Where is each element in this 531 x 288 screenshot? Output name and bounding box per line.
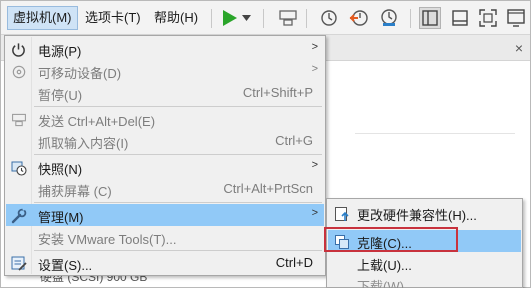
toolbar-separator	[410, 9, 411, 28]
removable-device-icon	[10, 63, 27, 80]
menu-item-label: 管理(M)	[38, 210, 84, 225]
menu-item-grab-input[interactable]: 抓取输入内容(I) Ctrl+G	[6, 130, 324, 152]
divider	[355, 133, 515, 134]
menu-separator	[34, 202, 322, 203]
menu-item-shortcut: Ctrl+Shift+P	[242, 85, 313, 100]
tabs-menu[interactable]: 选项卡(T)	[79, 6, 147, 30]
clone-callout-box	[324, 227, 458, 252]
settings-icon	[10, 255, 27, 272]
menu-separator	[34, 250, 322, 251]
menu-separator	[34, 106, 322, 107]
menu-item-send-ctrl-alt-del[interactable]: 发送 Ctrl+Alt+Del(E)	[6, 108, 324, 130]
menu-item-pause[interactable]: 暂停(U) Ctrl+Shift+P	[6, 82, 324, 104]
snapshot-icon	[10, 159, 27, 176]
menu-item-label: 抓取输入内容(I)	[38, 136, 129, 151]
menu-item-shortcut: Ctrl+G	[275, 133, 313, 148]
submenu-arrow-icon: >	[311, 41, 318, 53]
snapshot-manager-icon[interactable]	[378, 7, 400, 29]
menu-item-label: 快照(N)	[38, 162, 83, 177]
menu-item-label: 安装 VMware Tools(T)...	[38, 232, 177, 247]
menu-item-snapshot[interactable]: 快照(N) >	[6, 156, 324, 178]
toolbar: 虚拟机(M) 选项卡(T) 帮助(H)	[1, 1, 530, 35]
tab-close-button[interactable]: ×	[515, 40, 523, 56]
menu-item-label: 电源(P)	[38, 44, 82, 59]
menu-item-removable-devices[interactable]: 可移动设备(D) >	[6, 60, 324, 82]
help-menu[interactable]: 帮助(H)	[148, 6, 204, 30]
menu-item-shortcut: Ctrl+D	[275, 255, 313, 270]
menu-item-manage[interactable]: 管理(M) >	[6, 204, 324, 226]
toolbar-separator	[211, 9, 212, 28]
submenu-item-change-hardware-compatibility[interactable]: 更改硬件兼容性(H)...	[328, 202, 521, 224]
submenu-item-label: 下载(W)...	[357, 279, 415, 288]
vm-dropdown-menu: 电源(P) > 可移动设备(D) > 暂停(U) Ctrl+Shift+P 发送…	[4, 35, 326, 276]
menu-item-label: 捕获屏幕 (C)	[38, 184, 112, 199]
menu-item-settings[interactable]: 设置(S)... Ctrl+D	[6, 252, 324, 274]
submenu-arrow-icon: >	[311, 159, 318, 171]
toolbar-separator	[306, 9, 307, 28]
play-icon[interactable]	[219, 7, 241, 29]
submenu-item-label: 上载(U)...	[357, 258, 412, 273]
vm-menu[interactable]: 虚拟机(M)	[7, 6, 78, 30]
fullscreen-icon[interactable]	[477, 7, 499, 29]
submenu-item-download[interactable]: 下载(W)...	[328, 273, 521, 288]
menu-item-power[interactable]: 电源(P) >	[6, 38, 324, 60]
submenu-item-label: 更改硬件兼容性(H)...	[357, 208, 477, 223]
toolbar-separator	[263, 9, 264, 28]
power-icon	[10, 41, 27, 58]
send-keys-icon	[10, 111, 27, 128]
menu-item-label: 暂停(U)	[38, 88, 83, 103]
submenu-arrow-icon: >	[311, 63, 318, 75]
menu-item-label: 设置(S)...	[38, 258, 93, 273]
menu-item-capture-screen[interactable]: 捕获屏幕 (C) Ctrl+Alt+PrtScn	[6, 178, 324, 200]
submenu-item-upload[interactable]: 上载(U)...	[328, 252, 521, 274]
hardware-compat-icon	[333, 205, 350, 222]
revert-snapshot-icon[interactable]	[348, 7, 370, 29]
dropdown-arrow-icon[interactable]	[239, 7, 253, 29]
menu-item-label: 可移动设备(D)	[38, 66, 122, 81]
library-view-icon[interactable]	[419, 7, 441, 29]
snapshot-icon[interactable]	[318, 7, 340, 29]
submenu-arrow-icon: >	[311, 207, 318, 219]
wrench-icon	[10, 207, 27, 224]
menu-item-install-vmware-tools[interactable]: 安装 VMware Tools(T)...	[6, 226, 324, 248]
console-view-icon[interactable]	[449, 7, 471, 29]
menu-item-label: 发送 Ctrl+Alt+Del(E)	[38, 114, 156, 129]
menu-item-shortcut: Ctrl+Alt+PrtScn	[223, 181, 313, 196]
unity-icon[interactable]	[505, 7, 527, 29]
send-keys-icon[interactable]	[277, 7, 299, 29]
menu-separator	[34, 154, 322, 155]
